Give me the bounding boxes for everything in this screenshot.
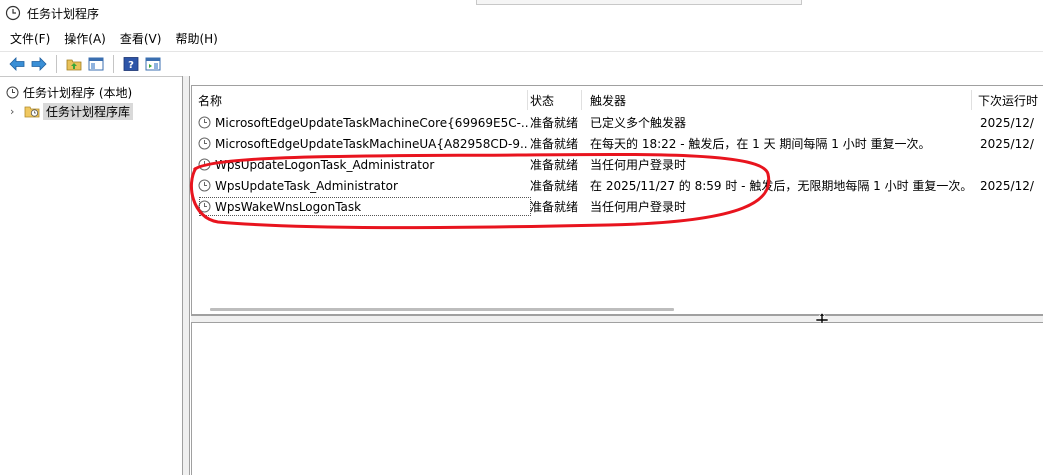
task-status: 准备就绪 — [530, 200, 579, 214]
overlay-window-edge — [476, 0, 802, 5]
clock-icon — [198, 158, 211, 171]
task-status: 准备就绪 — [530, 179, 579, 193]
task-trigger: 当任何用户登录时 — [590, 158, 687, 172]
table-row[interactable]: MicrosoftEdgeUpdateTaskMachineUA{A82958C… — [192, 133, 1043, 154]
horizontal-splitter[interactable] — [191, 315, 1043, 323]
task-status: 准备就绪 — [530, 137, 579, 151]
console-tree: 任务计划程序 (本地) › 任务计划程序库 — [0, 76, 182, 475]
clock-icon — [5, 5, 21, 21]
folder-clock-icon — [24, 106, 40, 118]
menu-view[interactable]: 查看(V) — [120, 30, 162, 47]
task-next-run — [980, 154, 1043, 175]
show-hide-action-pane-button[interactable] — [142, 53, 164, 75]
task-trigger: 在 2025/11/27 的 8:59 时 - 触发后，无限期地每隔 1 小时 … — [590, 179, 973, 193]
show-hide-action-pane-icon — [145, 57, 161, 71]
help-icon: ? — [123, 57, 139, 71]
table-row[interactable]: WpsUpdateLogonTask_Administrator 准备就绪 当任… — [192, 154, 1043, 175]
clock-icon — [6, 86, 19, 98]
back-arrow-icon — [9, 57, 25, 71]
svg-text:?: ? — [128, 60, 134, 71]
help-button[interactable]: ? — [120, 53, 142, 75]
menu-help[interactable]: 帮助(H) — [175, 30, 217, 47]
column-header-trigger[interactable]: 触发器 — [590, 90, 972, 110]
column-header-status[interactable]: 状态 — [530, 90, 582, 110]
toolbar: ? — [0, 51, 1043, 76]
tree-item-library[interactable]: › 任务计划程序库 — [10, 102, 134, 120]
show-hide-console-tree-icon — [88, 57, 104, 71]
toolbar-separator — [56, 55, 57, 73]
task-name: WpsUpdateTask_Administrator — [215, 178, 398, 193]
task-name: WpsWakeWnsLogonTask — [215, 199, 362, 214]
clock-icon — [198, 116, 211, 129]
task-next-run: 2025/12/ — [980, 178, 1034, 193]
clock-icon — [198, 200, 211, 213]
menu-action[interactable]: 操作(A) — [64, 30, 106, 47]
menu-file[interactable]: 文件(F) — [10, 30, 50, 47]
task-name: WpsUpdateLogonTask_Administrator — [215, 157, 435, 172]
show-hide-console-tree-button[interactable] — [85, 53, 107, 75]
task-trigger: 已定义多个触发器 — [590, 116, 687, 130]
vertical-splitter[interactable] — [182, 76, 190, 475]
back-button[interactable] — [6, 53, 28, 75]
title-bar: 任务计划程序 — [0, 0, 1043, 26]
window-title: 任务计划程序 — [27, 6, 100, 21]
column-header-name[interactable]: 名称 — [198, 90, 528, 110]
clock-icon — [198, 179, 211, 192]
task-next-run: 2025/12/ — [980, 115, 1034, 130]
clock-icon — [198, 137, 211, 150]
task-status: 准备就绪 — [530, 158, 579, 172]
tree-library-label: 任务计划程序库 — [43, 102, 134, 120]
task-next-run: 2025/12/ — [980, 136, 1034, 151]
up-level-button[interactable] — [63, 53, 85, 75]
task-status: 准备就绪 — [530, 116, 579, 130]
toolbar-separator — [113, 55, 114, 73]
table-row[interactable]: MicrosoftEdgeUpdateTaskMachineCore{69969… — [192, 112, 1043, 133]
task-next-run — [980, 196, 1043, 217]
column-header-next-run[interactable]: 下次运行时 — [978, 90, 1043, 110]
task-trigger: 当任何用户登录时 — [590, 200, 687, 214]
task-list: 名称 状态 触发器 下次运行时 MicrosoftEdgeUpdateTaskM… — [191, 85, 1043, 315]
table-row[interactable]: WpsWakeWnsLogonTask 准备就绪 当任何用户登录时 — [192, 196, 1043, 217]
horizontal-scrollbar[interactable] — [210, 308, 674, 311]
forward-button[interactable] — [28, 53, 50, 75]
table-row[interactable]: WpsUpdateTask_Administrator 准备就绪 在 2025/… — [192, 175, 1043, 196]
tree-root-label: 任务计划程序 (本地) — [23, 85, 133, 100]
tree-item-root[interactable]: 任务计划程序 (本地) — [6, 83, 132, 101]
task-name: MicrosoftEdgeUpdateTaskMachineUA{A82958C… — [215, 136, 528, 151]
task-name: MicrosoftEdgeUpdateTaskMachineCore{69969… — [215, 115, 528, 130]
task-detail-pane — [191, 323, 1043, 475]
up-folder-icon — [66, 59, 82, 71]
chevron-right-icon[interactable]: › — [10, 105, 20, 118]
menu-bar: 文件(F) 操作(A) 查看(V) 帮助(H) — [0, 27, 1043, 49]
main-pane: 名称 状态 触发器 下次运行时 MicrosoftEdgeUpdateTaskM… — [191, 76, 1043, 475]
forward-arrow-icon — [31, 57, 47, 71]
task-trigger: 在每天的 18:22 - 触发后，在 1 天 期间每隔 1 小时 重复一次。 — [590, 137, 931, 151]
